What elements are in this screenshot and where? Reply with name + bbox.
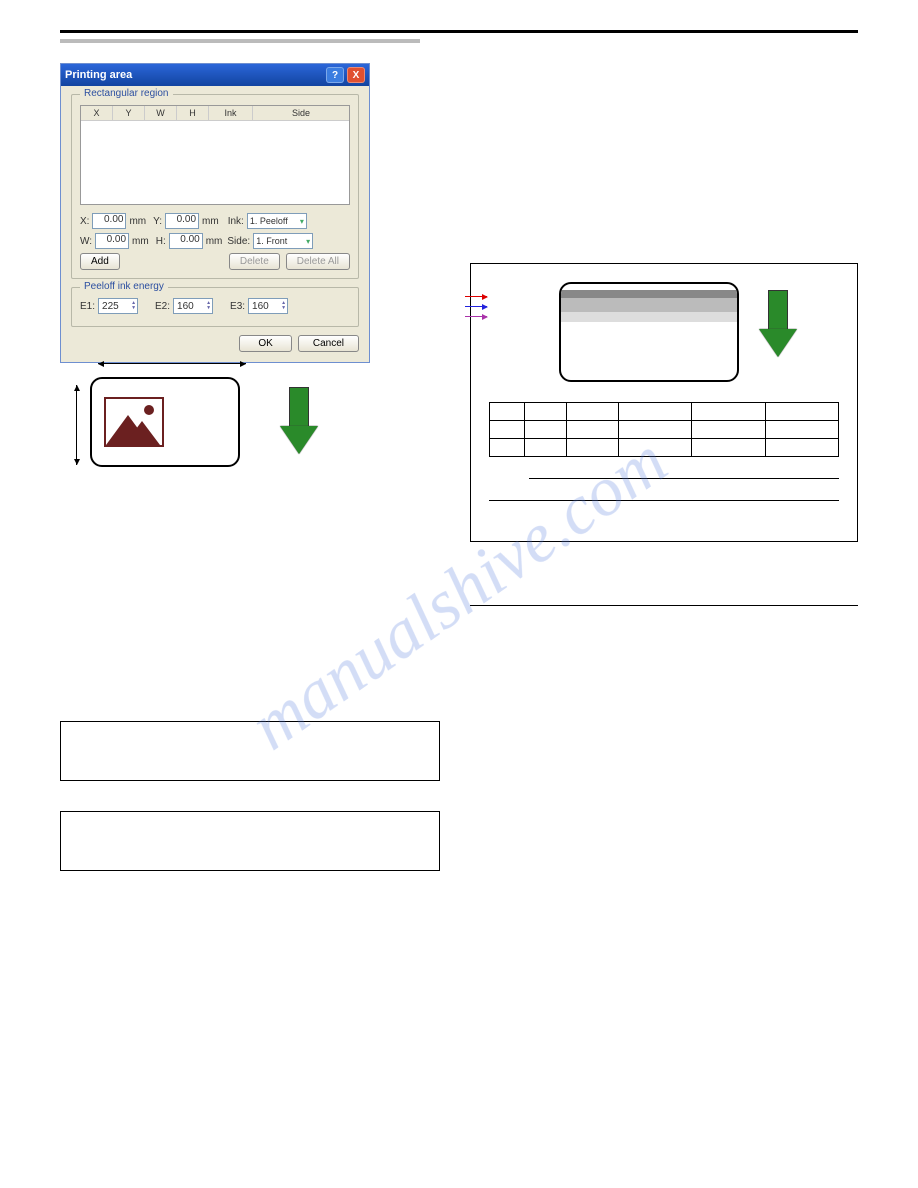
note-box: [60, 811, 440, 871]
table-row: [490, 421, 839, 439]
magstripe-light: [561, 312, 737, 322]
dialog-title: Printing area: [65, 69, 132, 81]
group-label: Peeloff ink energy: [80, 281, 168, 292]
card-outline: [90, 377, 240, 467]
group-label: Rectangular region: [80, 88, 173, 99]
chevron-down-icon: ▾: [300, 217, 304, 226]
magstripe-dark: [561, 290, 737, 298]
list-header: X Y W H Ink Side: [81, 106, 349, 121]
pointer-red-icon: [465, 296, 487, 297]
chevron-down-icon: ▾: [306, 237, 310, 246]
chevron-down-icon[interactable]: ▼: [206, 306, 211, 311]
ok-button[interactable]: OK: [239, 335, 291, 352]
help-icon[interactable]: ?: [326, 67, 344, 83]
side-select[interactable]: 1. Front▾: [253, 233, 313, 249]
note-box: [60, 721, 440, 781]
example-table: [489, 402, 839, 457]
card-with-stripes: [559, 282, 739, 382]
dimension-height: [76, 385, 77, 465]
unit-mm: mm: [206, 236, 223, 247]
chevron-down-icon[interactable]: ▼: [131, 306, 136, 311]
w-label: W:: [80, 236, 92, 247]
chevron-down-icon[interactable]: ▼: [281, 306, 286, 311]
ink-select[interactable]: 1. Peeloff▾: [247, 213, 307, 229]
e3-spinner[interactable]: 160▲▼: [248, 298, 288, 314]
underline: [470, 592, 858, 606]
table-row: [490, 439, 839, 457]
region-listbox[interactable]: X Y W H Ink Side: [80, 105, 350, 205]
cancel-button[interactable]: Cancel: [298, 335, 359, 352]
page-sub-rule: [60, 39, 420, 43]
y-label: Y:: [153, 216, 162, 227]
side-label: Side:: [227, 236, 250, 247]
e2-label: E2:: [155, 301, 170, 312]
unit-mm: mm: [129, 216, 146, 227]
arrow-down-icon: [759, 290, 797, 360]
e3-label: E3:: [230, 301, 245, 312]
x-label: X:: [80, 216, 89, 227]
underline: [489, 487, 839, 501]
e1-label: E1:: [80, 301, 95, 312]
dimension-width: [98, 363, 246, 364]
card-illustration: [90, 377, 440, 467]
w-input[interactable]: 0.00: [95, 233, 129, 249]
magstripe-mid: [561, 298, 737, 312]
x-input[interactable]: 0.00: [92, 213, 126, 229]
unit-mm: mm: [132, 236, 149, 247]
page-top-rule: [60, 30, 858, 33]
arrow-down-icon: [280, 387, 318, 457]
dialog-titlebar[interactable]: Printing area ? X: [61, 64, 369, 86]
image-icon: [104, 397, 164, 447]
e2-spinner[interactable]: 160▲▼: [173, 298, 213, 314]
ink-label: Ink:: [228, 216, 244, 227]
rectangular-region-group: Rectangular region X Y W H Ink Side: [71, 94, 359, 279]
pointer-purple-icon: [465, 316, 487, 317]
e1-spinner[interactable]: 225▲▼: [98, 298, 138, 314]
close-icon[interactable]: X: [347, 67, 365, 83]
h-label: H:: [156, 236, 166, 247]
example-box: [470, 263, 858, 542]
table-row: [490, 403, 839, 421]
printing-area-dialog: Printing area ? X Rectangular region X Y…: [60, 63, 370, 363]
peeloff-energy-group: Peeloff ink energy E1: 225▲▼ E2: 160▲▼ E…: [71, 287, 359, 327]
add-button[interactable]: Add: [80, 253, 120, 270]
unit-mm: mm: [202, 216, 219, 227]
pointer-blue-icon: [465, 306, 487, 307]
h-input[interactable]: 0.00: [169, 233, 203, 249]
y-input[interactable]: 0.00: [165, 213, 199, 229]
delete-all-button[interactable]: Delete All: [286, 253, 350, 270]
delete-button[interactable]: Delete: [229, 253, 280, 270]
underline: [529, 465, 839, 479]
